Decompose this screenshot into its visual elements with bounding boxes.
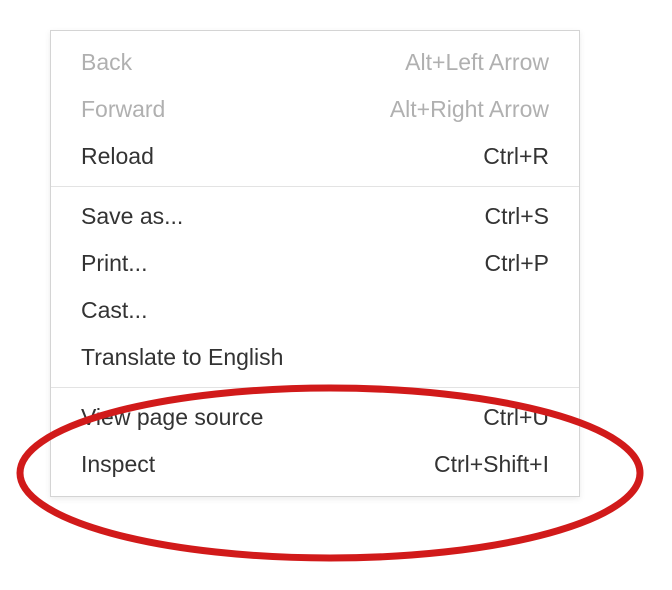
menu-shortcut: Ctrl+Shift+I bbox=[434, 451, 549, 478]
menu-label: Back bbox=[81, 49, 405, 76]
menu-label: Save as... bbox=[81, 203, 484, 230]
context-menu: Back Alt+Left Arrow Forward Alt+Right Ar… bbox=[50, 30, 580, 497]
menu-item-print[interactable]: Print... Ctrl+P bbox=[51, 240, 579, 287]
menu-item-cast[interactable]: Cast... bbox=[51, 287, 579, 334]
menu-label: Cast... bbox=[81, 297, 549, 324]
menu-item-view-source[interactable]: View page source Ctrl+U bbox=[51, 394, 579, 441]
menu-item-reload[interactable]: Reload Ctrl+R bbox=[51, 133, 579, 180]
menu-item-translate[interactable]: Translate to English bbox=[51, 334, 579, 381]
menu-shortcut: Alt+Left Arrow bbox=[405, 49, 549, 76]
menu-item-save-as[interactable]: Save as... Ctrl+S bbox=[51, 193, 579, 240]
menu-separator bbox=[51, 387, 579, 388]
menu-shortcut: Ctrl+U bbox=[483, 404, 549, 431]
menu-item-forward: Forward Alt+Right Arrow bbox=[51, 86, 579, 133]
menu-shortcut: Ctrl+P bbox=[484, 250, 549, 277]
menu-item-back: Back Alt+Left Arrow bbox=[51, 39, 579, 86]
menu-shortcut: Alt+Right Arrow bbox=[390, 96, 549, 123]
menu-label: View page source bbox=[81, 404, 483, 431]
menu-label: Inspect bbox=[81, 451, 434, 478]
menu-label: Translate to English bbox=[81, 344, 549, 371]
menu-shortcut: Ctrl+R bbox=[483, 143, 549, 170]
menu-label: Print... bbox=[81, 250, 484, 277]
menu-shortcut: Ctrl+S bbox=[484, 203, 549, 230]
menu-label: Forward bbox=[81, 96, 390, 123]
menu-separator bbox=[51, 186, 579, 187]
menu-label: Reload bbox=[81, 143, 483, 170]
menu-item-inspect[interactable]: Inspect Ctrl+Shift+I bbox=[51, 441, 579, 488]
